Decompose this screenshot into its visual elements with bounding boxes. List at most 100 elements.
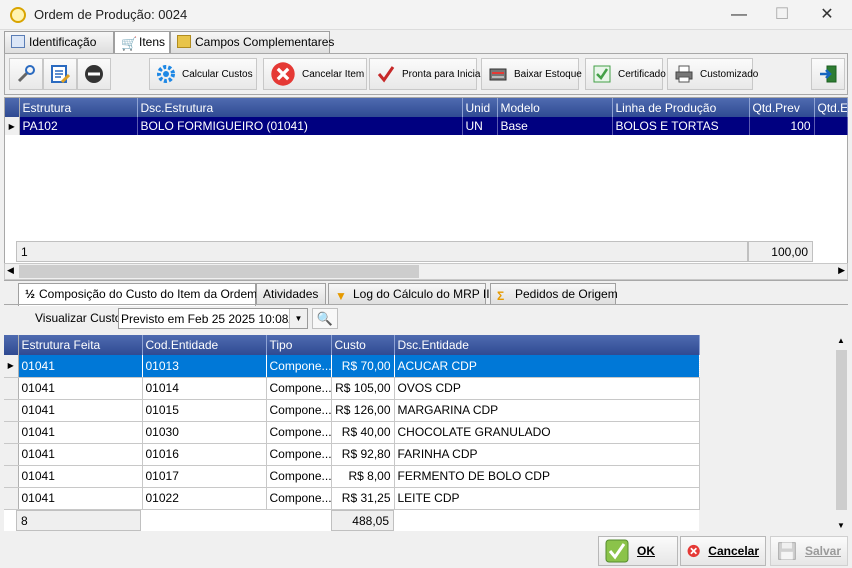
- baixar-estoque-button[interactable]: Baixar Estoque: [481, 58, 582, 90]
- tab-itens[interactable]: 🛒 Itens: [114, 31, 170, 54]
- cell-dsc-entidade[interactable]: MARGARINA CDP: [394, 399, 700, 422]
- table-row[interactable]: 01041 01014 Compone... R$ 105,00 OVOS CDP: [4, 377, 700, 400]
- cell-estrutura-feita[interactable]: 01041: [18, 465, 143, 488]
- sigma-icon: Σ: [497, 289, 505, 303]
- col-dsc-entidade[interactable]: Dsc.Entidade: [394, 335, 700, 355]
- tab-log-mrp[interactable]: ▼ Log do Cálculo do MRP II: [328, 283, 490, 305]
- cell-tipo[interactable]: Compone...: [266, 465, 332, 488]
- cell-estrutura-feita[interactable]: 01041: [18, 421, 143, 444]
- cell-tipo[interactable]: Compone...: [266, 421, 332, 444]
- table-row[interactable]: ▶ PA102 BOLO FORMIGUEIRO (01041) UN Base…: [5, 117, 848, 135]
- cell-estrutura-feita[interactable]: 01041: [18, 487, 143, 510]
- tab-campos-complementares[interactable]: Campos Complementares: [170, 31, 334, 53]
- table-row[interactable]: 01041 01022 Compone... R$ 31,25 LEITE CDP: [4, 487, 700, 510]
- table-row[interactable]: 01041 01016 Compone... R$ 92,80 FARINHA CDP: [4, 443, 700, 466]
- maximize-button[interactable]: ☐: [767, 4, 797, 26]
- col-custo[interactable]: Custo: [331, 335, 395, 355]
- cell-tipo[interactable]: Compone...: [266, 377, 332, 400]
- calcular-custos-button[interactable]: Calcular Custos: [149, 58, 257, 90]
- scroll-up-icon[interactable]: ▲: [837, 336, 845, 345]
- cell-dsc-entidade[interactable]: FERMENTO DE BOLO CDP: [394, 465, 700, 488]
- remove-button[interactable]: [77, 58, 111, 90]
- table-row[interactable]: 01041 01030 Compone... R$ 40,00 CHOCOLATE GR…: [4, 421, 700, 444]
- cell-estrutura-feita[interactable]: 01041: [18, 355, 143, 378]
- cell-tipo[interactable]: Compone...: [266, 487, 332, 510]
- cell-custo[interactable]: R$ 105,00: [331, 377, 395, 400]
- cancelar-button[interactable]: Cancelar: [680, 536, 766, 566]
- edit-list-button[interactable]: [43, 58, 77, 90]
- table-row[interactable]: 01041 01015 Compone... R$ 126,00 MARGARINA C…: [4, 399, 700, 422]
- customizado-label: Customizado: [700, 68, 759, 80]
- search-binoculars-button[interactable]: 🔍: [312, 308, 338, 329]
- col-cod-entidade[interactable]: Cod.Entidade: [142, 335, 267, 355]
- cell-custo[interactable]: R$ 92,80: [331, 443, 395, 466]
- cell-custo[interactable]: R$ 40,00: [331, 421, 395, 444]
- col-estrutura-feita[interactable]: Estrutura Feita: [18, 335, 143, 355]
- cell-estrutura[interactable]: PA102: [19, 117, 138, 135]
- cell-qtd-efe[interactable]: [814, 117, 848, 135]
- horizontal-scrollbar[interactable]: ◀ ▶: [4, 263, 848, 280]
- cell-estrutura-feita[interactable]: 01041: [18, 377, 143, 400]
- tab-pedidos-origem[interactable]: Σ Pedidos de Origem: [490, 283, 618, 305]
- minimize-button[interactable]: —: [724, 4, 754, 26]
- scroll-thumb[interactable]: [19, 265, 419, 278]
- cell-custo[interactable]: R$ 70,00: [331, 355, 395, 378]
- cell-cod-entidade[interactable]: 01014: [142, 377, 267, 400]
- table-row[interactable]: ▶ 01041 01013 Compone... R$ 70,00 ACUCAR CDP: [4, 355, 700, 378]
- cell-qtd-prev[interactable]: 100: [749, 117, 815, 135]
- cell-custo[interactable]: R$ 126,00: [331, 399, 395, 422]
- exit-button[interactable]: [811, 58, 845, 90]
- tab-atividades[interactable]: Atividades: [256, 283, 326, 305]
- cell-tipo[interactable]: Compone...: [266, 399, 332, 422]
- table-row[interactable]: 01041 01017 Compone... R$ 8,00 FERMENTO DE B…: [4, 465, 700, 488]
- cell-cod-entidade[interactable]: 01016: [142, 443, 267, 466]
- cell-cod-entidade[interactable]: 01015: [142, 399, 267, 422]
- cell-dsc-entidade[interactable]: CHOCOLATE GRANULADO: [394, 421, 700, 444]
- col-qtd-prev[interactable]: Qtd.Prev: [749, 98, 815, 117]
- cell-estrutura-feita[interactable]: 01041: [18, 443, 143, 466]
- cell-custo[interactable]: R$ 31,25: [331, 487, 395, 510]
- ok-button[interactable]: OK: [598, 536, 678, 566]
- cell-cod-entidade[interactable]: 01013: [142, 355, 267, 378]
- col-modelo[interactable]: Modelo: [497, 98, 613, 117]
- tab-composicao-custo[interactable]: ½ Composição do Custo do Item da Ordem: [18, 283, 257, 306]
- col-dsc-estrutura[interactable]: Dsc.Estrutura: [137, 98, 463, 117]
- visualizar-custo-select[interactable]: Previsto em Feb 25 2025 10:08AM ▼: [118, 308, 308, 329]
- scroll-down-icon[interactable]: ▼: [837, 521, 845, 530]
- vertical-scrollbar[interactable]: ▲ ▼: [834, 335, 849, 531]
- col-tipo[interactable]: Tipo: [266, 335, 332, 355]
- pronta-iniciar-button[interactable]: Pronta para Iniciar: [369, 58, 484, 90]
- certificate-check-icon: [593, 65, 611, 83]
- cell-dsc-entidade[interactable]: OVOS CDP: [394, 377, 700, 400]
- salvar-button[interactable]: Salvar: [770, 536, 848, 566]
- cell-cod-entidade[interactable]: 01017: [142, 465, 267, 488]
- cell-dsc-entidade[interactable]: ACUCAR CDP: [394, 355, 700, 378]
- tab-identificacao[interactable]: Identificação: [4, 31, 114, 53]
- close-button[interactable]: ✕: [812, 4, 842, 26]
- cell-tipo[interactable]: Compone...: [266, 443, 332, 466]
- col-unid[interactable]: Unid: [462, 98, 498, 117]
- cell-cod-entidade[interactable]: 01030: [142, 421, 267, 444]
- cell-modelo[interactable]: Base: [497, 117, 613, 135]
- cancelar-item-button[interactable]: Cancelar Item: [263, 58, 367, 90]
- certificado-button[interactable]: Certificado: [585, 58, 666, 90]
- cell-unid[interactable]: UN: [462, 117, 498, 135]
- tools-button[interactable]: [9, 58, 43, 90]
- scroll-right-icon[interactable]: ▶: [838, 265, 845, 276]
- col-estrutura[interactable]: Estrutura: [19, 98, 138, 117]
- cell-custo[interactable]: R$ 8,00: [331, 465, 395, 488]
- items-footer: 1 100,00: [16, 241, 845, 262]
- cell-dsc-entidade[interactable]: LEITE CDP: [394, 487, 700, 510]
- col-qtd-efe[interactable]: Qtd.Efe: [814, 98, 848, 117]
- col-linha-producao[interactable]: Linha de Produção: [612, 98, 750, 117]
- customizado-button[interactable]: Customizado: [667, 58, 758, 90]
- cell-dsc-entidade[interactable]: FARINHA CDP: [394, 443, 700, 466]
- scroll-left-icon[interactable]: ◀: [7, 265, 14, 276]
- cell-dsc-estrutura[interactable]: BOLO FORMIGUEIRO (01041): [137, 117, 463, 135]
- cell-cod-entidade[interactable]: 01022: [142, 487, 267, 510]
- scroll-thumb[interactable]: [836, 350, 847, 510]
- cell-estrutura-feita[interactable]: 01041: [18, 399, 143, 422]
- cell-tipo[interactable]: Compone...: [266, 355, 332, 378]
- cell-linha-producao[interactable]: BOLOS E TORTAS: [612, 117, 750, 135]
- chevron-down-icon[interactable]: ▼: [289, 309, 307, 328]
